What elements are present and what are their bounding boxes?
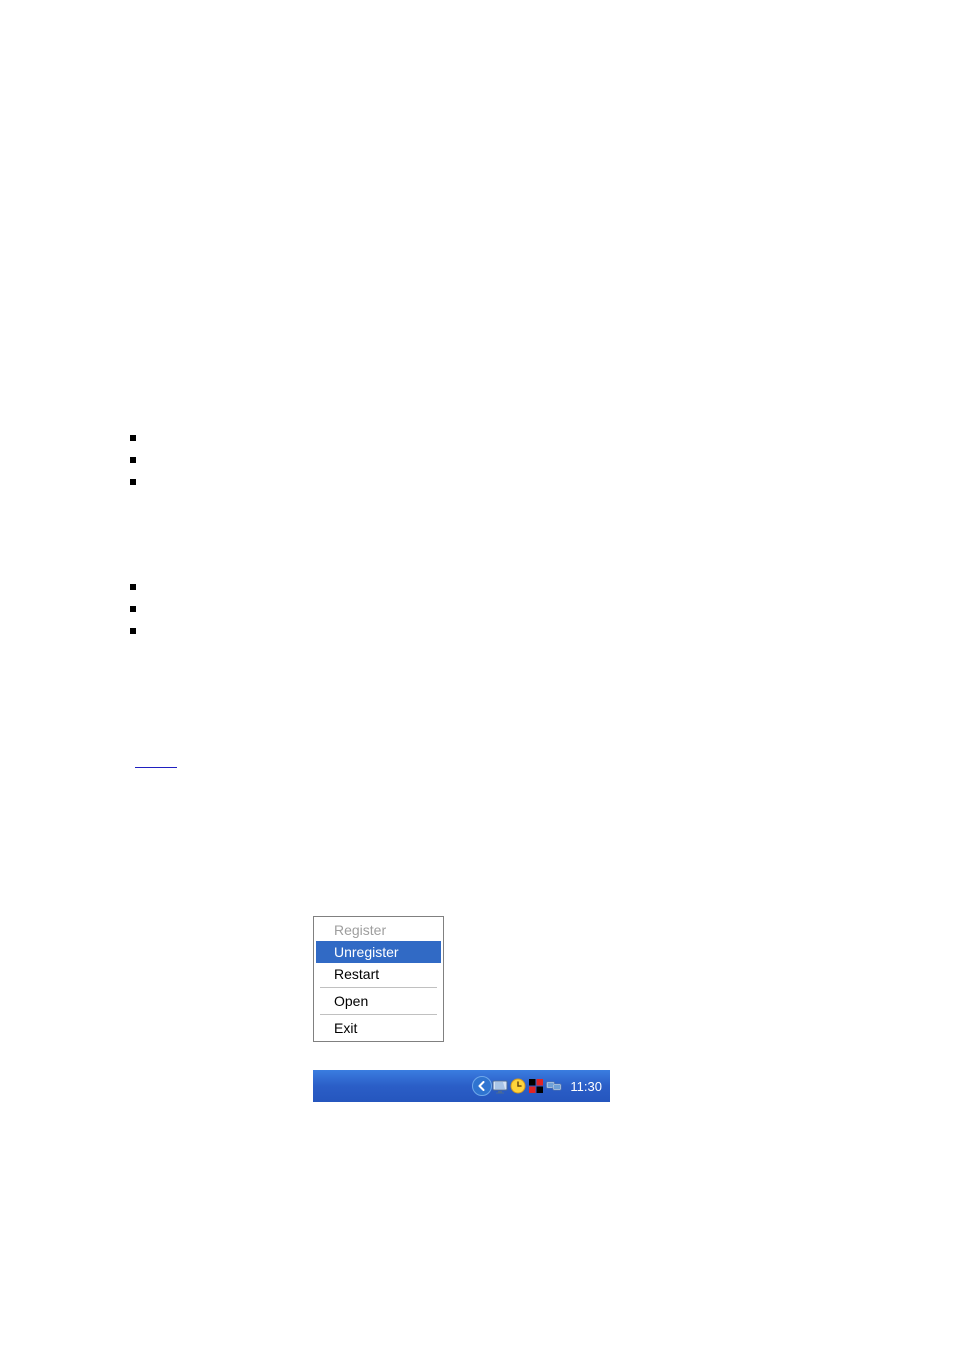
bullet-icon <box>130 457 136 463</box>
menu-separator <box>320 1014 437 1015</box>
taskbar-clock[interactable]: 11:30 <box>570 1079 602 1094</box>
system-tray-area: Register Unregister Restart Open Exit <box>313 916 610 1102</box>
taskbar: 11:30 <box>313 1070 610 1102</box>
tray-expand-chevron[interactable] <box>472 1076 492 1096</box>
menu-item-open[interactable]: Open <box>316 990 441 1012</box>
bullet-icon <box>130 628 136 634</box>
network-icon[interactable] <box>546 1078 562 1094</box>
menu-item-exit[interactable]: Exit <box>316 1017 441 1039</box>
bullet-icon <box>130 584 136 590</box>
link-underline[interactable] <box>135 766 177 768</box>
menu-separator <box>320 987 437 988</box>
menu-item-unregister[interactable]: Unregister <box>316 941 441 963</box>
clock-icon[interactable] <box>510 1078 526 1094</box>
bullet-icon <box>130 479 136 485</box>
bullet-list-top <box>130 435 136 501</box>
context-menu: Register Unregister Restart Open Exit <box>313 916 444 1042</box>
app-tray-icon[interactable] <box>528 1078 544 1094</box>
bullet-icon <box>130 606 136 612</box>
tray-icons <box>492 1078 562 1094</box>
bullet-icon <box>130 435 136 441</box>
chevron-left-icon <box>477 1081 487 1091</box>
menu-item-register: Register <box>316 919 441 941</box>
menu-item-restart[interactable]: Restart <box>316 963 441 985</box>
monitor-icon[interactable] <box>492 1078 508 1094</box>
bullet-list-bottom <box>130 584 136 650</box>
